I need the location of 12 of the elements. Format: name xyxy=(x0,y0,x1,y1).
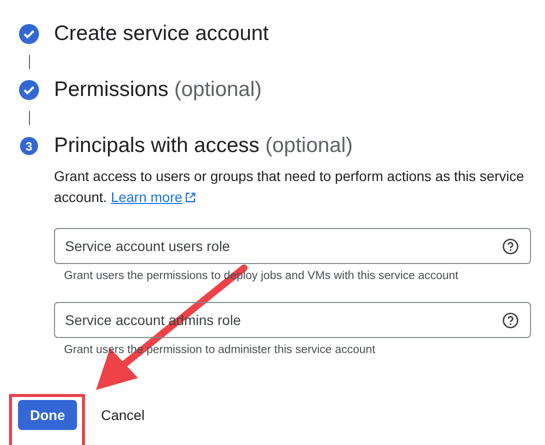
learn-more-link[interactable]: Learn more xyxy=(110,189,196,205)
help-icon[interactable] xyxy=(502,238,519,254)
step-number-icon: 3 xyxy=(18,135,40,157)
role-field[interactable]: Service account users role xyxy=(54,228,531,264)
step-title: Create service account xyxy=(54,22,269,46)
cancel-button[interactable]: Cancel xyxy=(97,407,149,423)
external-link-icon xyxy=(185,192,196,203)
done-button[interactable]: Done xyxy=(18,400,77,430)
help-icon[interactable] xyxy=(502,312,519,328)
step-title: Permissions (optional) xyxy=(54,78,262,102)
description-text: Grant access to users or groups that need to perform actions as this service account. Learn more xyxy=(54,167,525,207)
step-title: Principals with access (optional) xyxy=(54,134,353,158)
